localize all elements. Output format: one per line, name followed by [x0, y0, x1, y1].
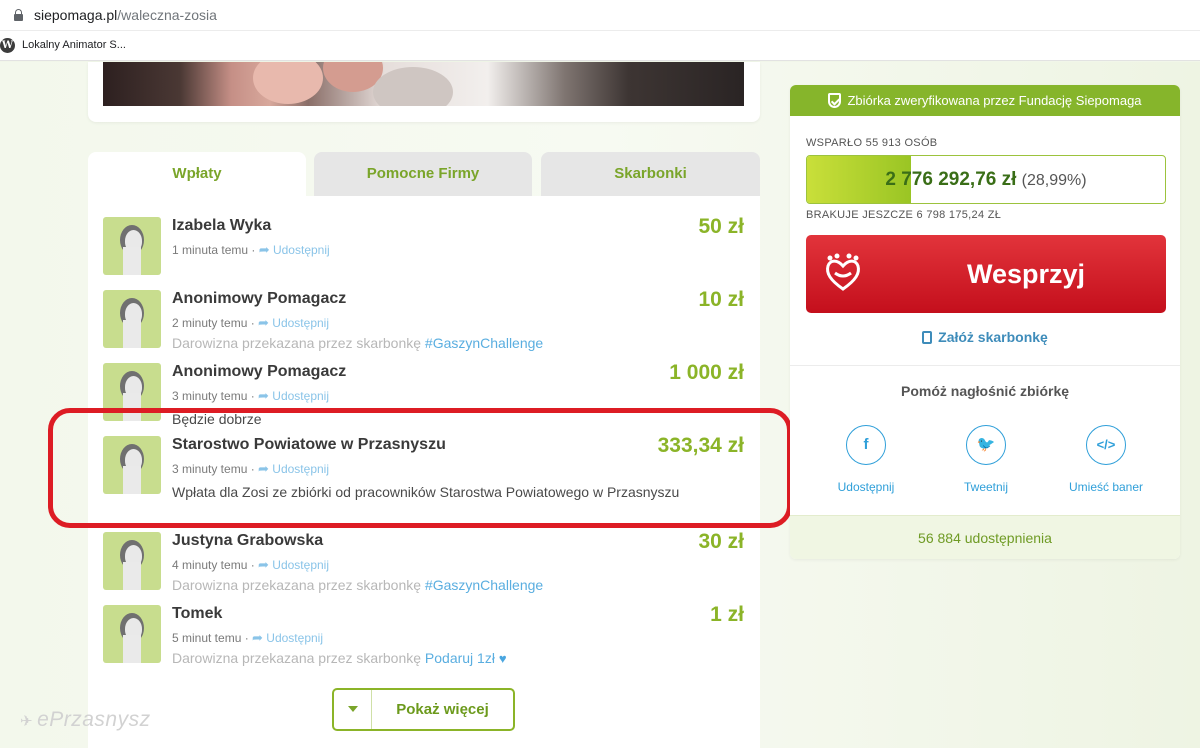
facebook-icon: f [846, 425, 886, 465]
supporters-count: WSPARŁO 55 913 OSÓB [806, 137, 938, 149]
verified-banner: Zbiórka zweryfikowana przez Fundację Sie… [790, 85, 1180, 116]
donation-amount: 10 zł [698, 288, 744, 311]
show-more-button[interactable]: Pokaż więcej [332, 688, 515, 731]
twitter-icon: 🐦 [966, 425, 1006, 465]
progress-bar: 2 776 292,76 zł (28,99%) [806, 155, 1166, 204]
donation-message: Darowizna przekazana przez skarbonkę #Ga… [172, 577, 544, 593]
share-icon: ➦ [258, 557, 269, 572]
donor-name: Tomek [172, 605, 223, 622]
avatar [103, 532, 161, 590]
donation-row: Anonimowy Pomagacz 10 zł 2 minuty temu ·… [103, 288, 744, 354]
avatar [103, 290, 161, 348]
donate-button[interactable]: Wesprzyj [806, 235, 1166, 313]
donation-meta: 4 minuty temu · ➦ Udostępnij [172, 557, 329, 572]
facebook-share-button[interactable]: f Udostępnij [806, 425, 926, 494]
create-piggybank-link[interactable]: Załóż skarbonkę [790, 329, 1180, 345]
twitter-share-label: Tweetnij [963, 480, 1009, 494]
piggybank-link[interactable]: #GaszynChallenge [425, 335, 543, 351]
donation-meta: 2 minuty temu · ➦ Udostępnij [172, 315, 329, 330]
donation-row: Izabela Wyka 50 zł 1 minuta temu · ➦ Udo… [103, 215, 744, 277]
bookmark-item[interactable]: Lokalny Animator S... [22, 39, 126, 51]
hero-photo [103, 62, 744, 106]
lock-icon [14, 9, 23, 21]
donation-meta: 1 minuta temu · ➦ Udostępnij [172, 242, 330, 257]
bird-logo-icon: ✈ [20, 713, 34, 730]
heart-icon: ♥ [498, 651, 507, 666]
siepomaga-heart-icon [826, 253, 860, 291]
donation-message: Darowizna przekazana przez skarbonkę #Ga… [172, 335, 544, 351]
tab-pomocne-firmy[interactable]: Pomocne Firmy [314, 152, 532, 196]
piggybank-link[interactable]: #GaszynChallenge [425, 577, 543, 593]
share-link[interactable]: Udostępnij [272, 389, 329, 403]
avatar [103, 605, 161, 663]
tab-wplaty[interactable]: Wpłaty [88, 152, 306, 196]
embed-banner-label: Umieść baner [1068, 480, 1144, 494]
share-icon: ➦ [258, 388, 269, 403]
show-more-label: Pokaż więcej [396, 701, 489, 718]
donor-name: Izabela Wyka [172, 217, 272, 234]
donor-name: Anonimowy Pomagacz [172, 363, 347, 380]
wordpress-icon: W [0, 38, 15, 53]
watermark: ✈ ePrzasnysz [20, 708, 151, 731]
share-link[interactable]: Udostępnij [273, 243, 330, 257]
share-icon: ➦ [252, 630, 263, 645]
shield-check-icon [828, 93, 842, 108]
facebook-share-label: Udostępnij [837, 480, 895, 494]
donor-name: Anonimowy Pomagacz [172, 290, 347, 307]
donation-amount: 30 zł [698, 530, 744, 553]
chevron-down-icon[interactable] [334, 690, 372, 729]
bookmarks-bar: W Lokalny Animator S... [0, 31, 1200, 61]
piggybank-link[interactable]: Podaruj 1zł [425, 650, 495, 666]
share-icon: ➦ [258, 242, 270, 257]
embed-banner-button[interactable]: </> Umieść baner [1046, 425, 1166, 494]
highlight-annotation [48, 408, 792, 528]
donation-meta: 5 minut temu · ➦ Udostępnij [172, 630, 323, 645]
donation-amount: 1 000 zł [669, 361, 744, 384]
donation-amount: 50 zł [698, 215, 744, 238]
donation-message: Darowizna przekazana przez skarbonkę Pod… [172, 650, 507, 666]
donation-amount: 1 zł [710, 603, 744, 626]
url-text[interactable]: siepomaga.pl/waleczna-zosia [34, 7, 217, 23]
share-icon: ➦ [258, 315, 269, 330]
shares-count: 56 884 udostępnienia [918, 530, 1052, 546]
donation-row: Justyna Grabowska 30 zł 4 minuty temu · … [103, 530, 744, 596]
donate-label: Wesprzyj [966, 259, 1086, 289]
missing-amount: BRAKUJE JESZCZE 6 798 175,24 ZŁ [806, 209, 1002, 221]
share-heading: Pomóż nagłośnić zbiórkę [900, 383, 1070, 399]
code-icon: </> [1086, 425, 1126, 465]
donation-row: Tomek 1 zł 5 minut temu · ➦ Udostępnij D… [103, 603, 744, 669]
share-link[interactable]: Udostępnij [272, 558, 329, 572]
share-link[interactable]: Udostępnij [272, 316, 329, 330]
tab-skarbonki[interactable]: Skarbonki [541, 152, 760, 196]
piggybank-icon [922, 331, 933, 344]
twitter-share-button[interactable]: 🐦 Tweetnij [926, 425, 1046, 494]
divider [790, 365, 1180, 366]
donation-meta: 3 minuty temu · ➦ Udostępnij [172, 388, 329, 403]
donor-name: Justyna Grabowska [172, 532, 324, 549]
raised-amount: 2 776 292,76 zł (28,99%) [885, 169, 1087, 190]
address-bar[interactable]: siepomaga.pl/waleczna-zosia [0, 0, 1200, 31]
share-link[interactable]: Udostępnij [266, 631, 323, 645]
shares-count-bar: 56 884 udostępnienia [790, 515, 1180, 559]
avatar [103, 217, 161, 275]
fundraiser-sidebar: Zbiórka zweryfikowana przez Fundację Sie… [790, 85, 1180, 559]
